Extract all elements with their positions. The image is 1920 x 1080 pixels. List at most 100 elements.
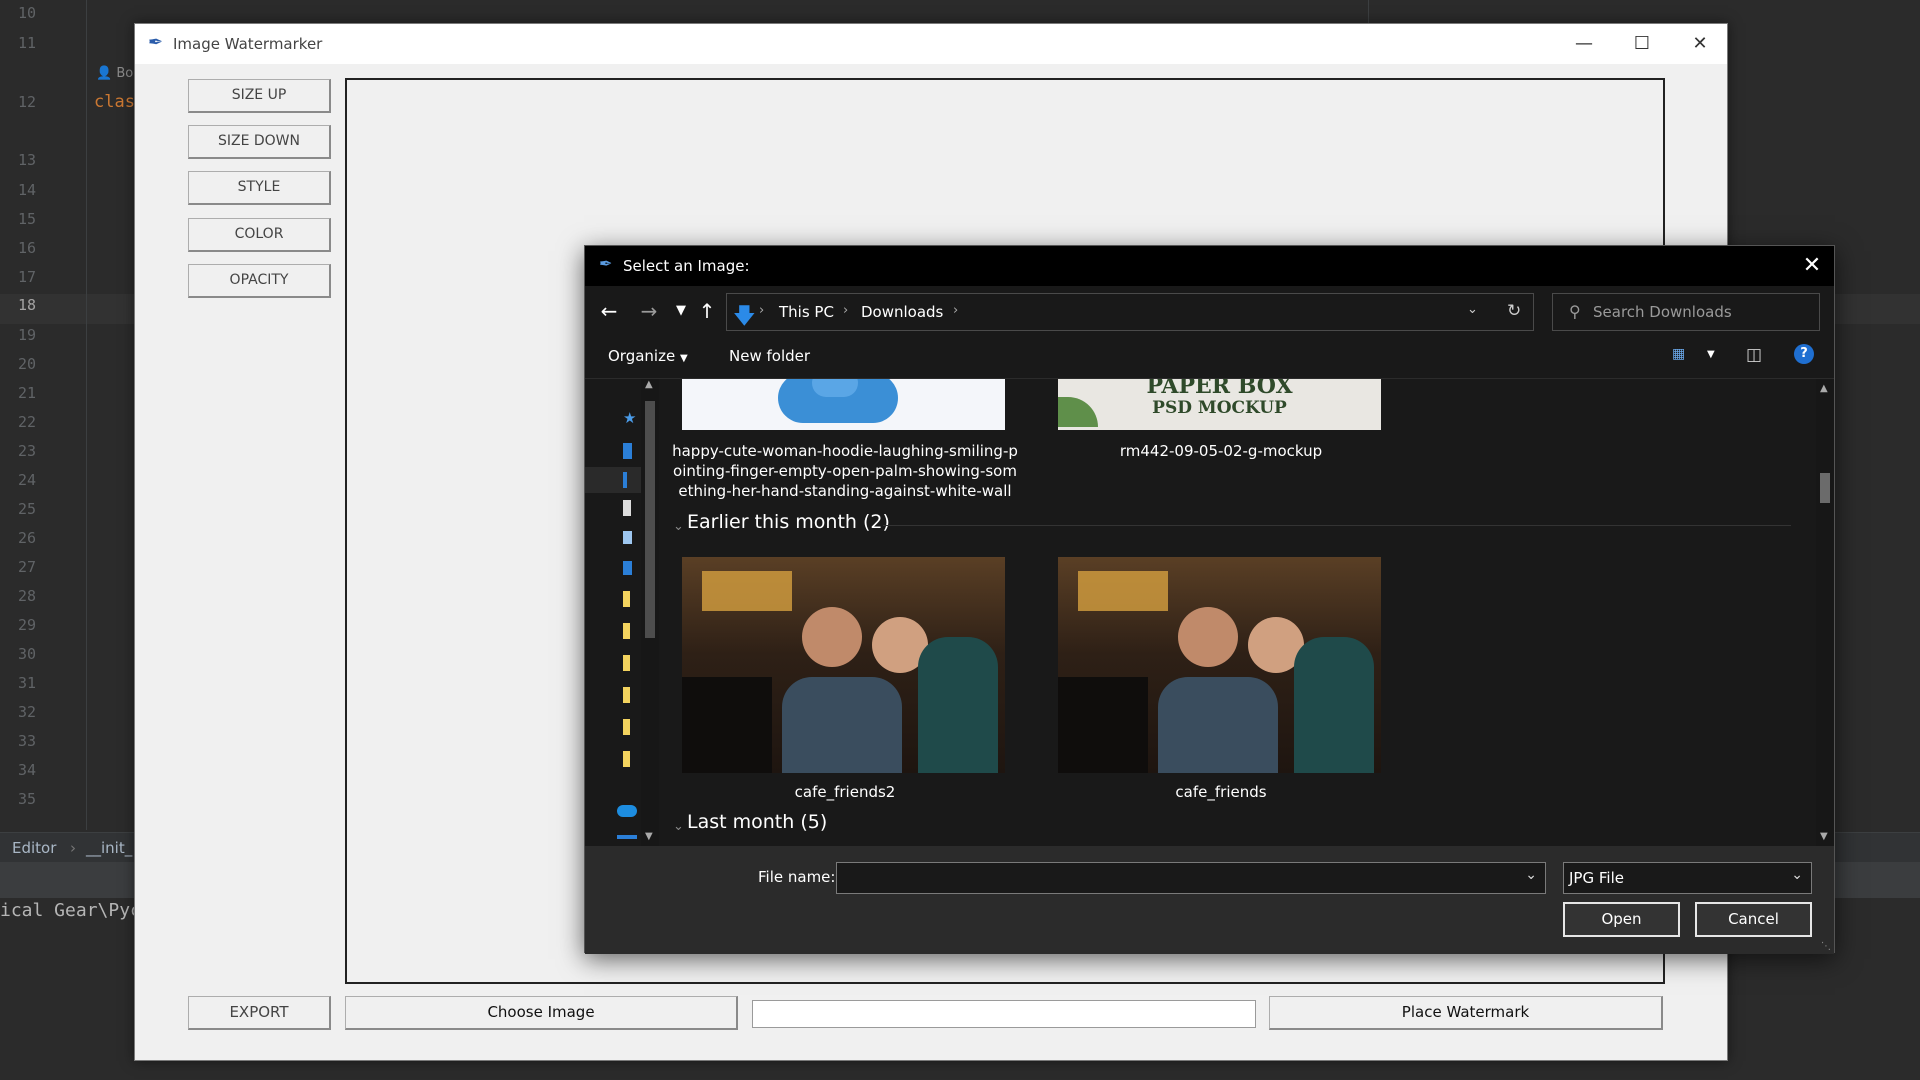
close-icon[interactable]: ✕ — [1790, 246, 1834, 286]
cafe-foreground — [1058, 677, 1148, 773]
address-dropdown-chevron-icon[interactable]: ⌄ — [1467, 302, 1478, 317]
network-icon[interactable] — [617, 835, 637, 839]
cafe-person — [1294, 637, 1374, 773]
watermarker-titlebar: ✒ Image Watermarker — ☐ ✕ — [135, 24, 1727, 64]
group-header-earlier[interactable]: Earlier this month (2) — [687, 511, 890, 533]
desktop-icon[interactable] — [623, 443, 632, 459]
folder-icon[interactable] — [623, 719, 630, 735]
address-separator: › — [843, 303, 849, 318]
folder-icon[interactable] — [623, 623, 630, 639]
navigation-pane: ★ ▲ ▼ — [585, 379, 663, 846]
open-button[interactable]: Open — [1563, 902, 1680, 937]
mockup-title-line: PAPER BOX — [1146, 379, 1293, 399]
file-type-select[interactable]: JPG File ⌄ — [1563, 862, 1812, 894]
back-arrow-icon[interactable]: ← — [595, 298, 623, 324]
view-options-chevron-icon[interactable]: ▼ — [1707, 349, 1715, 360]
file-name-combobox[interactable]: ⌄ — [836, 862, 1546, 894]
line-number: 16 — [17, 239, 36, 257]
scroll-up-chevron-icon[interactable]: ▲ — [1820, 383, 1828, 394]
maximize-icon[interactable]: ☐ — [1613, 24, 1671, 64]
this-pc-icon[interactable] — [623, 561, 632, 575]
search-box[interactable]: ⚲ — [1552, 293, 1820, 331]
place-watermark-button[interactable]: Place Watermark — [1269, 996, 1663, 1030]
navigation-pane-scrollbar[interactable]: ▲ ▼ — [641, 379, 659, 846]
window-title: Image Watermarker — [173, 35, 323, 53]
file-name-label[interactable]: happy-cute-woman-hoodie-laughing-smiling… — [665, 441, 1025, 501]
onedrive-cloud-icon[interactable] — [617, 805, 637, 817]
documents-icon[interactable] — [623, 500, 631, 516]
breadcrumb-editor[interactable]: Editor — [12, 839, 56, 857]
help-icon[interactable]: ? — [1794, 344, 1814, 364]
chevron-down-icon[interactable]: ⌄ — [1525, 867, 1537, 883]
scroll-up-chevron-icon[interactable]: ▲ — [645, 379, 653, 390]
navigation-pane-scroll-thumb[interactable] — [645, 401, 655, 638]
folder-icon[interactable] — [623, 687, 630, 703]
gutter-separator — [86, 0, 87, 830]
file-list-scroll-thumb[interactable] — [1820, 473, 1830, 503]
minimize-icon[interactable]: — — [1555, 24, 1613, 64]
organize-menu[interactable]: Organize ▼ — [608, 347, 688, 365]
breadcrumb-downloads[interactable]: Downloads — [861, 303, 943, 321]
search-input[interactable] — [1593, 300, 1813, 324]
dialog-body: ★ ▲ ▼ happy-cute-woman-hoodie-laughing-s… — [585, 378, 1834, 846]
line-number: 31 — [17, 674, 36, 692]
up-arrow-icon[interactable]: ↑ — [693, 298, 721, 324]
cafe-person — [1158, 677, 1278, 773]
cafe-person — [918, 637, 998, 773]
file-name-input[interactable] — [843, 867, 1493, 889]
breadcrumb-init[interactable]: __init_ — [86, 839, 132, 857]
refresh-icon[interactable]: ↻ — [1507, 301, 1521, 321]
scroll-down-chevron-icon[interactable]: ▼ — [1820, 831, 1828, 842]
opacity-button[interactable]: OPACITY — [188, 264, 331, 298]
feather-icon: ✒ — [599, 254, 613, 273]
breadcrumb-this-pc[interactable]: This PC — [779, 303, 834, 321]
address-bar[interactable]: 🡇 › This PC › Downloads › ⌄ ↻ — [726, 293, 1534, 331]
scroll-down-chevron-icon[interactable]: ▼ — [645, 831, 653, 842]
close-icon[interactable]: ✕ — [1671, 24, 1729, 64]
size-up-button[interactable]: SIZE UP — [188, 79, 331, 113]
line-number: 10 — [17, 4, 36, 22]
file-name-label[interactable]: cafe_friends — [1041, 782, 1401, 802]
style-button[interactable]: STYLE — [188, 171, 331, 205]
pictures-icon[interactable] — [623, 531, 632, 544]
line-number: 29 — [17, 616, 36, 634]
resize-grip-icon[interactable]: ⋱ — [1821, 941, 1831, 952]
file-name-line: happy-cute-woman-hoodie-laughing-smiling… — [672, 442, 1018, 460]
select-image-dialog: ✒ Select an Image: ✕ ← → ▼ ↑ 🡇 › This PC… — [584, 245, 1835, 954]
watermark-text-input[interactable] — [752, 1000, 1256, 1028]
dialog-title: Select an Image: — [623, 257, 750, 275]
file-name-label[interactable]: rm442-09-05-02-g-mockup — [1041, 441, 1401, 461]
dialog-footer: File name: ⌄ JPG File ⌄ Open Cancel ⋱ — [585, 846, 1834, 954]
line-number: 34 — [17, 761, 36, 779]
export-button[interactable]: EXPORT — [188, 996, 331, 1030]
color-button[interactable]: COLOR — [188, 218, 331, 252]
address-separator: › — [953, 303, 959, 318]
folder-icon[interactable] — [623, 591, 630, 607]
line-number: 28 — [17, 587, 36, 605]
new-folder-button[interactable]: New folder — [729, 347, 810, 365]
choose-image-button[interactable]: Choose Image — [345, 996, 738, 1030]
collapse-chevron-icon[interactable]: ⌄ — [673, 819, 684, 834]
cancel-button[interactable]: Cancel — [1695, 902, 1812, 937]
recent-locations-chevron-icon[interactable]: ▼ — [667, 298, 695, 324]
file-thumbnail[interactable] — [682, 379, 1005, 430]
file-list-area: happy-cute-woman-hoodie-laughing-smiling… — [665, 379, 1815, 846]
forward-arrow-icon[interactable]: → — [635, 298, 663, 324]
line-number: 13 — [17, 151, 36, 169]
file-thumbnail[interactable]: PAPER BOX PSD MOCKUP — [1058, 379, 1381, 430]
feather-icon: ✒ — [148, 32, 164, 53]
view-options-icon[interactable]: ▦ — [1672, 346, 1685, 362]
downloads-icon[interactable] — [623, 472, 627, 488]
folder-icon[interactable] — [623, 655, 630, 671]
group-header-last-month[interactable]: Last month (5) — [687, 811, 827, 833]
file-thumbnail-cafe-friends[interactable] — [1058, 557, 1381, 773]
preview-pane-icon[interactable]: ◫ — [1746, 345, 1762, 365]
hoodie-highlight — [812, 379, 858, 397]
size-down-button[interactable]: SIZE DOWN — [188, 125, 331, 159]
file-thumbnail-cafe-friends2[interactable] — [682, 557, 1005, 773]
file-name-label[interactable]: cafe_friends2 — [665, 782, 1025, 802]
collapse-chevron-icon[interactable]: ⌄ — [673, 519, 684, 534]
quick-access-star-icon[interactable]: ★ — [623, 409, 636, 427]
folder-icon[interactable] — [623, 751, 630, 767]
file-list-scrollbar[interactable]: ▲ ▼ — [1816, 379, 1834, 846]
